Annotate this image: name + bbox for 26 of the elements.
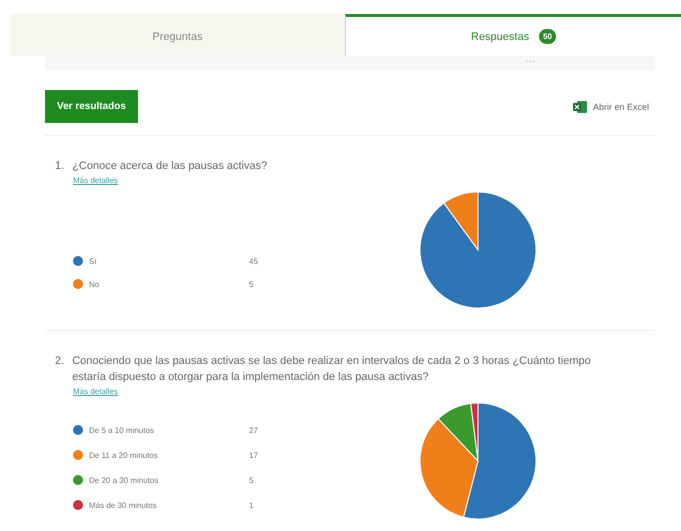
legend-count: 5 bbox=[249, 280, 254, 288]
legend-label: Más de 30 minutos bbox=[89, 500, 158, 510]
spreadsheet-icon bbox=[572, 100, 587, 114]
legend-label: No bbox=[89, 280, 100, 288]
link-text: Abrir en Excel bbox=[592, 102, 649, 112]
details-link[interactable]: Más detalles bbox=[73, 387, 118, 396]
count-badge: 50 bbox=[539, 29, 556, 44]
open-in-excel-link[interactable]: Abrir en Excel bbox=[572, 100, 649, 114]
question-number: 2. bbox=[55, 354, 64, 369]
legend-count: 45 bbox=[249, 256, 258, 266]
legend-count: 27 bbox=[249, 426, 258, 434]
legend-count: 17 bbox=[249, 450, 258, 460]
details-link[interactable]: Más detalles bbox=[73, 176, 118, 185]
question-title: Conociendo que las pausas activas se las debe realizar en intervalos de cada 2 o 3 horas ¿Cuánto tiempo estaría dispuesto a otorgar para la implementación de las pausa activas? bbox=[72, 354, 592, 385]
tab[interactable]: Preguntas bbox=[10, 14, 345, 56]
more-indicator: ··· bbox=[45, 56, 655, 70]
legend-label: Sí bbox=[89, 256, 98, 266]
view-results-button[interactable]: Ver resultados bbox=[45, 90, 138, 123]
legend-label: De 20 a 30 minutos bbox=[89, 476, 160, 484]
legend-count: 5 bbox=[249, 476, 254, 484]
question-number: 1. bbox=[55, 159, 64, 174]
legend-label: De 5 a 10 minutos bbox=[89, 426, 155, 434]
legend-label: De 11 a 20 minutos bbox=[89, 450, 159, 460]
tab[interactable]: Respuestas 50 bbox=[345, 14, 681, 56]
legend-count: 1 bbox=[249, 500, 254, 510]
question-title: ¿Conoce acerca de las pausas activas? bbox=[72, 159, 268, 174]
